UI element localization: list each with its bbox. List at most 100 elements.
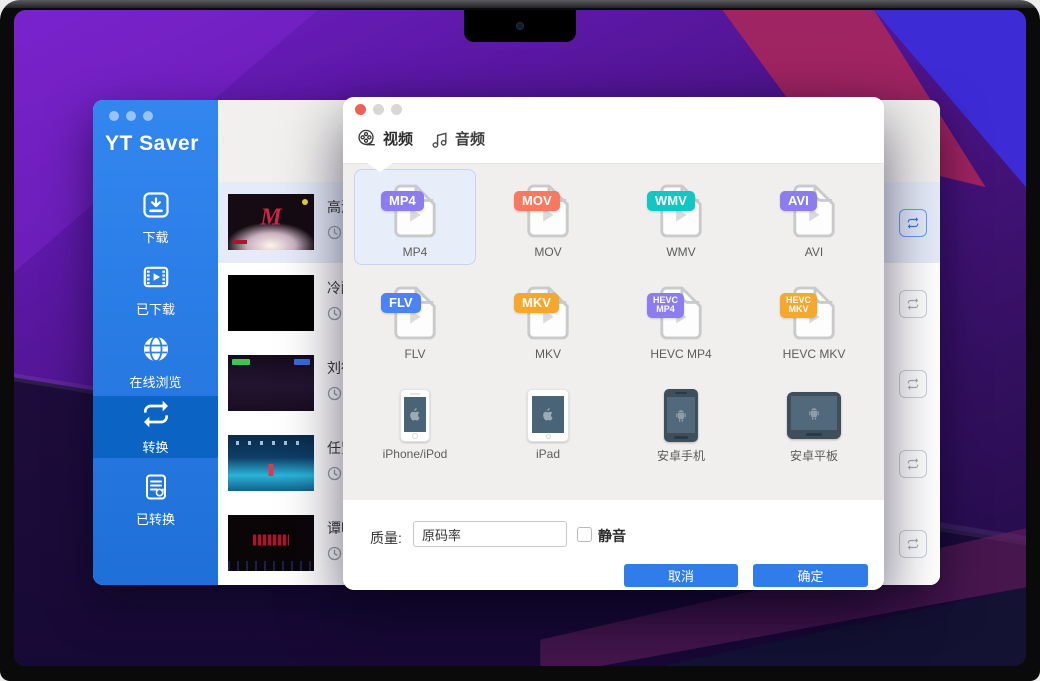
dialog-header: 视频 音频 (343, 97, 884, 164)
zoom-button[interactable] (143, 111, 153, 121)
device-card-android-tablet[interactable]: 安卓平板 (754, 374, 874, 468)
format-label: AVI (805, 245, 823, 259)
camera-icon (516, 22, 524, 30)
row-convert-button[interactable] (899, 530, 927, 558)
repeat-icon (906, 297, 920, 311)
active-tab-pointer (367, 163, 393, 172)
laptop-frame: YT Saver 下载 (0, 0, 1040, 681)
android-tablet-icon (787, 392, 841, 439)
format-label: WMV (666, 245, 695, 259)
format-label: MKV (535, 347, 561, 361)
screen: YT Saver 下载 (14, 10, 1026, 666)
downloaded-icon (141, 262, 171, 292)
cancel-button[interactable]: 取消 (624, 564, 738, 587)
sidebar-item-label: 已下载 (136, 299, 175, 318)
video-thumbnail (228, 355, 314, 411)
quality-label: 质量: (370, 528, 402, 548)
format-label: HEVC MP4 (650, 347, 711, 361)
mute-checkbox[interactable] (577, 527, 592, 542)
ipad-icon (527, 389, 569, 442)
android-robot-icon (806, 405, 822, 421)
tab-label: 音频 (455, 128, 485, 149)
sidebar-item-label: 转换 (142, 437, 168, 456)
sidebar-item-browse[interactable]: 在线浏览 (93, 330, 218, 394)
format-badge: MKV (514, 293, 559, 313)
row-convert-button[interactable] (899, 370, 927, 398)
format-card-flv[interactable]: FLV FLV (355, 272, 475, 366)
video-thumbnail (228, 275, 314, 331)
sidebar-item-convert[interactable]: 转换 (93, 396, 218, 458)
tab-label: 视频 (383, 128, 413, 149)
repeat-icon (906, 537, 920, 551)
zoom-button[interactable] (391, 104, 402, 115)
tab-video[interactable]: 视频 (356, 128, 413, 149)
clock-icon (327, 466, 342, 481)
close-button[interactable] (109, 111, 119, 121)
format-card-hevc-mp4[interactable]: HEVC MP4 HEVC MP4 (621, 272, 741, 366)
apple-logo-icon (410, 408, 421, 421)
device-card-iphone[interactable]: iPhone/iPod (355, 374, 475, 468)
quality-input[interactable] (413, 521, 567, 547)
sidebar-item-label: 在线浏览 (129, 372, 181, 391)
clock-icon (327, 225, 342, 240)
format-label: MOV (534, 245, 561, 259)
repeat-icon (906, 216, 920, 230)
format-label: HEVC MKV (783, 347, 846, 361)
device-card-ipad[interactable]: iPad (488, 374, 608, 468)
video-thumbnail (228, 515, 314, 571)
format-badge: HEVC MKV (780, 293, 817, 318)
minimize-button[interactable] (373, 104, 384, 115)
format-label: MP4 (403, 245, 428, 259)
file-icon: HEVC MKV (790, 284, 838, 342)
clock-icon (327, 386, 342, 401)
file-icon: HEVC MP4 (657, 284, 705, 342)
android-phone-icon (664, 389, 698, 442)
sidebar-item-downloaded[interactable]: 已下载 (93, 258, 218, 322)
format-card-mkv[interactable]: MKV MKV (488, 272, 608, 366)
minimize-button[interactable] (126, 111, 136, 121)
sidebar-item-label: 下载 (142, 227, 168, 246)
row-convert-button[interactable] (899, 450, 927, 478)
format-card-wmv[interactable]: WMV WMV (621, 170, 741, 264)
tab-audio[interactable]: 音频 (429, 128, 485, 149)
sidebar-item-converted[interactable]: 已转换 (93, 468, 218, 532)
display-notch (464, 10, 576, 42)
android-robot-icon (673, 407, 689, 423)
file-icon: MOV (524, 182, 572, 240)
format-card-mp4[interactable]: MP4 MP4 (354, 169, 476, 265)
format-card-hevc-mkv[interactable]: HEVC MKV HEVC MKV (754, 272, 874, 366)
app-title: YT Saver (105, 132, 199, 156)
device-label: iPad (536, 447, 560, 461)
mute-label: 静音 (598, 526, 626, 546)
converted-icon (141, 472, 171, 502)
clock-icon (327, 306, 342, 321)
repeat-icon (906, 377, 920, 391)
sidebar-item-download[interactable]: 下载 (93, 186, 218, 250)
device-label: 安卓手机 (657, 447, 705, 464)
close-button[interactable] (355, 104, 366, 115)
file-icon: WMV (657, 182, 705, 240)
iphone-icon (400, 389, 430, 442)
sidebar: YT Saver 下载 (93, 100, 218, 585)
window-controls (109, 111, 153, 121)
sidebar-item-label: 已转换 (136, 509, 175, 528)
device-label: 安卓平板 (790, 447, 838, 464)
file-icon: FLV (391, 284, 439, 342)
music-note-icon (429, 129, 449, 149)
format-badge: AVI (780, 191, 817, 211)
format-badge: WMV (647, 191, 695, 211)
format-badge: MP4 (381, 191, 424, 211)
download-icon (141, 190, 171, 220)
row-convert-button[interactable] (899, 209, 927, 237)
video-thumbnail: M (228, 194, 314, 250)
format-card-mov[interactable]: MOV MOV (488, 170, 608, 264)
ok-button[interactable]: 确定 (753, 564, 868, 587)
file-icon: MKV (524, 284, 572, 342)
device-card-android-phone[interactable]: 安卓手机 (621, 374, 741, 468)
film-reel-icon (356, 128, 377, 149)
format-badge: HEVC MP4 (647, 293, 684, 318)
row-convert-button[interactable] (899, 290, 927, 318)
repeat-icon (906, 457, 920, 471)
format-card-avi[interactable]: AVI AVI (754, 170, 874, 264)
format-badge: FLV (381, 293, 421, 313)
